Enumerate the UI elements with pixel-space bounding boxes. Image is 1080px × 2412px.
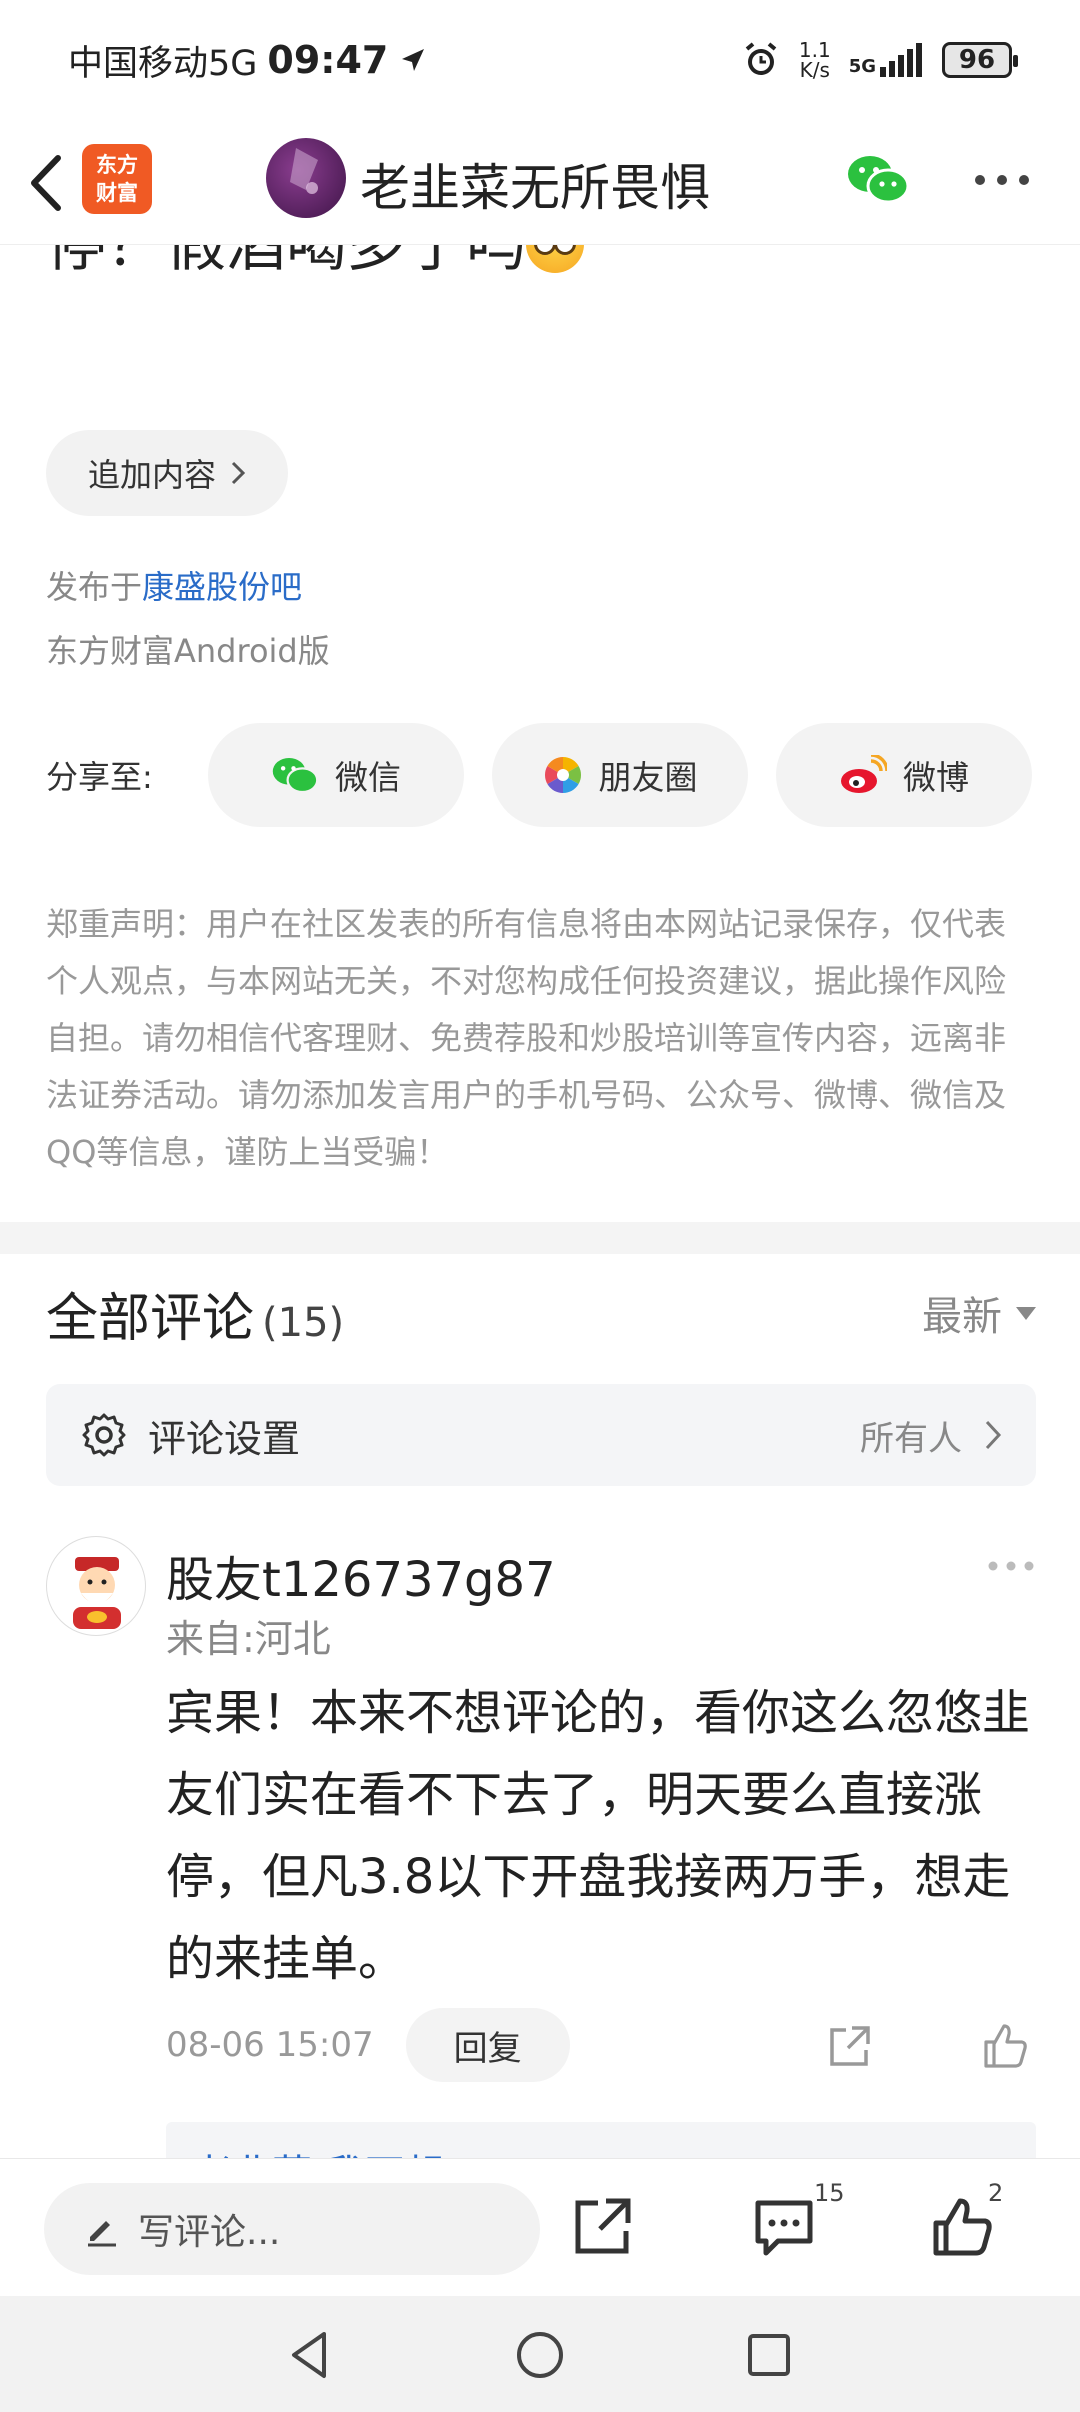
- moments-aperture-icon: [544, 757, 581, 793]
- thumbs-up-icon[interactable]: [930, 2195, 994, 2259]
- author-name[interactable]: 老韭菜无所畏惧: [360, 148, 710, 220]
- app-logo-line1: 东方: [96, 153, 138, 177]
- comments-title: 全部评论: [46, 1288, 255, 1349]
- comment-time: 08-06 15:07: [166, 2025, 374, 2065]
- commenter-avatar[interactable]: [46, 1536, 146, 1636]
- reply-button[interactable]: 回复: [405, 2008, 570, 2082]
- share-out-icon[interactable]: [826, 2024, 872, 2070]
- section-divider: [0, 1222, 1080, 1254]
- share-row: 分享至: 微信 朋友圈 微博: [46, 722, 1036, 828]
- published-in: 发布于康盛股份吧: [46, 562, 302, 608]
- system-navigation-bar: [0, 2296, 1080, 2412]
- like-count-badge: 2: [988, 2179, 1004, 2207]
- location-arrow-icon: [402, 49, 425, 71]
- net-speed-value: 1.1: [798, 38, 831, 62]
- chevron-right-icon: [231, 461, 246, 485]
- share-label: 分享至:: [46, 758, 153, 796]
- back-arrow-icon[interactable]: [22, 150, 72, 216]
- comment-more-icon[interactable]: [986, 1558, 1036, 1574]
- clock-time: 09:47: [267, 38, 389, 82]
- comment-settings-label: 评论设置: [148, 1416, 301, 1461]
- app-logo[interactable]: 东方 财富: [82, 144, 152, 214]
- nav-recents-icon[interactable]: [742, 2328, 796, 2382]
- battery-indicator: 96: [942, 42, 1018, 78]
- comment-meta: 08-06 15:07 回复: [166, 2008, 1036, 2082]
- avatar-pattern-icon: [290, 148, 318, 194]
- nav-back-icon[interactable]: [284, 2328, 338, 2382]
- status-left: 中国移动5G 09:47: [68, 35, 428, 86]
- wechat-icon: [272, 757, 319, 794]
- comments-header: 全部评论 (15) 最新: [46, 1278, 1036, 1349]
- top-nav-bar: 东方 财富 老韭菜无所畏惧: [0, 120, 1080, 245]
- chevron-right-icon: [985, 1420, 1002, 1450]
- thumbs-up-icon[interactable]: [980, 2022, 1028, 2070]
- write-comment-placeholder: 写评论...: [138, 2212, 281, 2253]
- comment-settings-row[interactable]: 评论设置 所有人: [46, 1384, 1036, 1486]
- share-wechat-button[interactable]: 微信: [208, 723, 464, 827]
- share-wechat-label: 微信: [335, 758, 401, 797]
- signal-indicator: 5G: [849, 43, 924, 77]
- comment-count-badge: 15: [814, 2179, 845, 2207]
- stock-bar-link[interactable]: 康盛股份吧: [142, 568, 302, 606]
- wechat-icon[interactable]: [846, 152, 910, 206]
- sort-label: 最新: [922, 1294, 1002, 1340]
- comment-bubble-icon[interactable]: [752, 2195, 816, 2259]
- gear-icon: [82, 1413, 126, 1457]
- write-comment-input[interactable]: 写评论...: [44, 2183, 540, 2275]
- more-options-icon[interactable]: [972, 170, 1032, 190]
- god-of-wealth-avatar-icon: [73, 1557, 121, 1629]
- comment-settings-value: 所有人: [860, 1418, 962, 1459]
- carrier-name: 中国移动5G: [68, 43, 258, 84]
- share-moments-label: 朋友圈: [598, 758, 698, 797]
- alarm-icon: [745, 42, 777, 75]
- network-type: 5G: [848, 56, 876, 77]
- caret-down-icon: [1016, 1306, 1036, 1320]
- commenter-name[interactable]: 股友t126737g87: [166, 1540, 556, 1610]
- nav-home-icon[interactable]: [513, 2328, 567, 2382]
- net-speed: 1.1 K/s: [799, 40, 831, 80]
- share-weibo-button[interactable]: 微博: [776, 723, 1032, 827]
- share-moments-button[interactable]: 朋友圈: [492, 723, 748, 827]
- comment-text: 宾果！本来不想评论的，看你这么忽悠韭友们实在看不下去了，明天要么直接涨停，但凡3…: [166, 1685, 1031, 1987]
- status-bar: 中国移动5G 09:47 1.1 K/s 5G 96: [0, 0, 1080, 120]
- bottom-action-bar: 写评论... 15 2: [0, 2158, 1080, 2296]
- share-weibo-label: 微博: [903, 758, 969, 797]
- published-prefix: 发布于: [46, 568, 143, 606]
- pencil-icon: [88, 2221, 116, 2247]
- app-logo-line2: 财富: [96, 181, 138, 205]
- author-avatar[interactable]: [266, 138, 346, 218]
- commenter-location: 来自:河北: [166, 1617, 331, 1661]
- status-right: 1.1 K/s 5G 96: [741, 40, 1018, 80]
- post-platform: 东方财富Android版: [46, 632, 330, 670]
- signal-bars-icon: [880, 43, 922, 77]
- append-content-label: 追加内容: [88, 456, 217, 494]
- comments-count: (15): [262, 1299, 345, 1346]
- sort-dropdown[interactable]: 最新: [922, 1284, 1036, 1342]
- net-speed-unit: K/s: [799, 58, 830, 82]
- weibo-icon: [841, 755, 887, 793]
- disclaimer-text: 郑重声明：用户在社区发表的所有信息将由本网站记录保存，仅代表个人观点，与本网站无…: [46, 905, 1007, 1171]
- append-content-button[interactable]: 追加内容: [46, 430, 289, 516]
- share-out-icon[interactable]: [570, 2195, 634, 2259]
